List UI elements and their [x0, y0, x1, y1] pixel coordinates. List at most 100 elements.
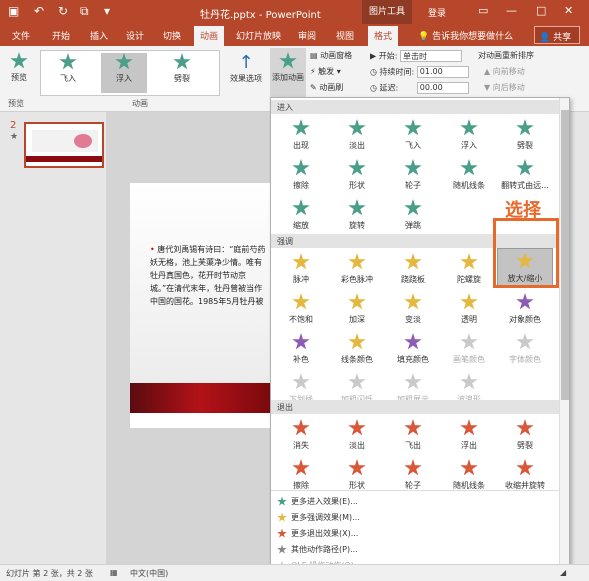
split-icon [516, 119, 534, 136]
select-callout-box [493, 218, 559, 288]
move-later-button[interactable]: ▼ 向后移动 [484, 82, 525, 93]
animation-group-label: 动画 [132, 99, 148, 108]
tab-view[interactable]: 视图 [336, 29, 354, 42]
more-entrance-effects[interactable]: 更多进入效果(E)... [277, 496, 358, 507]
darken-icon [348, 293, 366, 310]
animation-pane-button[interactable]: ▤ 动画窗格 [310, 50, 352, 61]
slide-red-band [130, 383, 270, 413]
effect-spin[interactable]: 陀螺旋 [441, 250, 497, 288]
effect-color-pulse[interactable]: 彩色脉冲 [329, 250, 385, 288]
shape-out-icon [348, 459, 366, 476]
gallery-item-fly-in[interactable]: 飞入 [45, 53, 91, 93]
tab-home[interactable]: 开始 [52, 29, 70, 42]
move-earlier-button[interactable]: ▲ 向前移动 [484, 66, 525, 77]
effect-bounce[interactable]: 弹跳 [385, 196, 441, 234]
tab-slideshow[interactable]: 幻灯片放映 [236, 29, 281, 42]
more-emphasis-effects[interactable]: 更多强调效果(M)... [277, 512, 360, 523]
effect-label: 对象颜色 [509, 315, 541, 324]
tab-design[interactable]: 设计 [126, 29, 144, 42]
effect-random-bars[interactable]: 随机线条 [441, 156, 497, 194]
effect-wipe-out[interactable]: 擦除 [273, 456, 329, 494]
start-from-beginning-icon[interactable]: ⧉ [80, 4, 89, 19]
effect-darken[interactable]: 加深 [329, 290, 385, 328]
redo-icon[interactable]: ↻ [58, 4, 68, 18]
gallery-label: 劈裂 [174, 74, 190, 83]
tab-insert[interactable]: 插入 [90, 29, 108, 42]
animation-painter-button[interactable]: ✎ 动画刷 [310, 82, 343, 93]
effect-fill-color[interactable]: 填充颜色 [385, 330, 441, 368]
customize-toolbar-icon[interactable]: ▾ [104, 4, 110, 18]
preview-button[interactable]: 预览 [6, 52, 32, 83]
spell-check-icon[interactable]: ▦ [110, 568, 118, 577]
effect-appear[interactable]: 出现 [273, 116, 329, 154]
effect-lighten[interactable]: 变淡 [385, 290, 441, 328]
tab-format[interactable]: 格式 [368, 26, 399, 46]
effect-desaturate[interactable]: 不饱和 [273, 290, 329, 328]
login-link[interactable]: 登录 [428, 6, 446, 19]
duration-input[interactable]: 01.00 [416, 66, 469, 78]
effect-object-color[interactable]: 对象颜色 [497, 290, 553, 328]
add-animation-button[interactable]: 添加动画 [270, 48, 306, 98]
start-select[interactable]: 单击时 [399, 50, 462, 62]
effect-fly-in[interactable]: 飞入 [385, 116, 441, 154]
slide-thumbnail[interactable] [24, 122, 104, 168]
tell-me-search[interactable]: 💡 告诉我你想要做什么 [418, 29, 513, 42]
wave-icon [460, 373, 478, 390]
close-icon[interactable]: ✕ [564, 4, 573, 17]
more-motion-paths[interactable]: 其他动作路径(P)... [277, 544, 358, 555]
slide-text: 唐代刘禹锡有诗曰：“庭前芍药妖无格，池上芙蕖净少情。唯有牡丹真国色，花开时节动京… [150, 245, 266, 306]
effect-transparency[interactable]: 透明 [441, 290, 497, 328]
tab-file[interactable]: 文件 [12, 29, 30, 42]
effect-swivel[interactable]: 旋转 [329, 196, 385, 234]
effect-split[interactable]: 劈裂 [497, 116, 553, 154]
tell-me-text: 告诉我你想要做什么 [432, 32, 514, 42]
divider [271, 490, 559, 491]
tab-animations[interactable]: 动画 [194, 26, 225, 46]
effect-float-out[interactable]: 浮出 [441, 416, 497, 454]
effect-pulse[interactable]: 脉冲 [273, 250, 329, 288]
more-exit-effects[interactable]: 更多退出效果(X)... [277, 528, 358, 539]
effect-options-label: 效果选项 [230, 74, 262, 83]
trigger-button[interactable]: ⚡ 触发 ▾ [310, 66, 341, 77]
effect-complementary-color[interactable]: 补色 [273, 330, 329, 368]
tab-transitions[interactable]: 切换 [163, 29, 181, 42]
shape-icon [348, 159, 366, 176]
maximize-icon[interactable]: □ [536, 4, 546, 17]
effect-wheel[interactable]: 轮子 [385, 156, 441, 194]
effect-options-button[interactable]: ↑ 效果选项 [226, 52, 266, 84]
delay-input[interactable]: 00.00 [416, 82, 469, 94]
tab-review[interactable]: 审阅 [298, 29, 316, 42]
slide-body-text[interactable]: • 唐代刘禹锡有诗曰：“庭前芍药妖无格，池上芙蕖净少情。唯有牡丹真国色，花开时节… [150, 243, 266, 307]
undo-icon[interactable]: ↶ [34, 4, 44, 18]
save-icon[interactable]: ▣ [8, 4, 19, 18]
effect-shape[interactable]: 形状 [329, 156, 385, 194]
color-pulse-icon [348, 253, 366, 270]
share-button[interactable]: 👤 共享 [534, 26, 580, 44]
effect-line-color[interactable]: 线条颜色 [329, 330, 385, 368]
effect-shape-out[interactable]: 形状 [329, 456, 385, 494]
effect-zoom[interactable]: 缩放 [273, 196, 329, 234]
language-indicator[interactable]: 中文(中国) [130, 568, 168, 579]
minimize-icon[interactable]: — [506, 4, 517, 17]
gallery-item-float-in[interactable]: 浮入 [101, 53, 147, 93]
gallery-item-split[interactable]: 劈裂 [159, 53, 205, 93]
slide-canvas[interactable]: • 唐代刘禹锡有诗曰：“庭前芍药妖无格，池上芙蕖净少情。唯有牡丹真国色，花开时节… [130, 183, 270, 428]
effect-teeter[interactable]: 跷跷板 [385, 250, 441, 288]
effect-fade[interactable]: 淡出 [329, 116, 385, 154]
ribbon-display-options-icon[interactable]: ▭ [478, 4, 488, 17]
zoom-icon [292, 199, 310, 216]
scrollbar-thumb[interactable] [561, 110, 569, 400]
effect-wipe[interactable]: 擦除 [273, 156, 329, 194]
animation-gallery: 飞入 浮入 劈裂 [40, 50, 220, 96]
effect-grow-turn[interactable]: 翻转式由远... [497, 156, 553, 194]
effect-shrink-turn[interactable]: 收缩并旋转 [497, 456, 553, 494]
effect-disappear[interactable]: 消失 [273, 416, 329, 454]
effect-random-bars-out[interactable]: 随机线条 [441, 456, 497, 494]
effect-float-in[interactable]: 浮入 [441, 116, 497, 154]
panel-scrollbar[interactable] [559, 98, 569, 576]
effect-fly-out[interactable]: 飞出 [385, 416, 441, 454]
resize-grip-icon[interactable]: ◢ [560, 568, 566, 577]
effect-fade-out[interactable]: 淡出 [329, 416, 385, 454]
effect-wheel-out[interactable]: 轮子 [385, 456, 441, 494]
effect-split-out[interactable]: 劈裂 [497, 416, 553, 454]
